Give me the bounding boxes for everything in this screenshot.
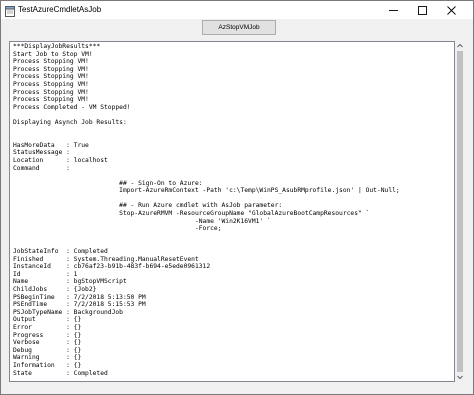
output-line: ## - Run Azure cmdlet with AsJob paramet… xyxy=(13,202,283,210)
output-line: Process Stopping VM! xyxy=(13,73,89,81)
output-line: Location : localhost xyxy=(13,156,108,164)
output-line: State : Completed xyxy=(13,369,108,377)
output-line: PSJobTypeName : BackgroundJob xyxy=(13,308,123,316)
form-icon xyxy=(5,4,15,17)
output-line: Process Stopping VM! xyxy=(13,80,89,88)
output-line: Output : {} xyxy=(13,316,82,324)
output-line: Warning : {} xyxy=(13,354,82,362)
output-line: Displaying Asynch Job Results: xyxy=(13,118,127,126)
output-line: Process Stopping VM! xyxy=(13,88,89,96)
output-line: ***DisplayJobResults*** xyxy=(13,43,101,50)
output-line: PSEndTime : 7/2/2018 5:15:53 PM xyxy=(13,301,146,309)
output-line: Import-AzureRmContext -Path 'c:\Temp\Win… xyxy=(13,187,400,195)
output-line: Verbose : {} xyxy=(13,339,82,347)
title-bar[interactable]: TestAzureCmdletAsJob xyxy=(1,1,473,19)
output-line: Information : {} xyxy=(13,361,82,369)
window-title: TestAzureCmdletAsJob xyxy=(18,5,102,14)
close-button[interactable] xyxy=(438,1,464,19)
minimize-icon xyxy=(388,9,398,11)
output-line: Process Stopping VM! xyxy=(13,58,89,66)
app-window: TestAzureCmdletAsJob AzStopVMJob ***Disp… xyxy=(0,0,474,395)
output-line: Process Stopping VM! xyxy=(13,96,89,104)
output-line: JobStateInfo : Completed xyxy=(13,248,108,256)
output-line: Error : {} xyxy=(13,323,82,331)
output-line: Command : xyxy=(13,164,70,172)
vertical-scrollbar[interactable] xyxy=(456,41,464,382)
output-line: ## - Sign-On to Azure: xyxy=(13,179,203,187)
output-line: Process Completed - VM Stopped! xyxy=(13,103,131,111)
output-line: -Name 'Win2K16VM1' ` xyxy=(13,217,271,225)
output-line: PSBeginTime : 7/2/2018 5:13:50 PM xyxy=(13,293,146,301)
scroll-up-icon[interactable] xyxy=(456,42,464,50)
minimize-button[interactable] xyxy=(380,1,406,19)
scroll-down-icon[interactable] xyxy=(456,373,464,381)
output-line: Id : 1 xyxy=(13,270,78,278)
output-line: ChildJobs : {Job2} xyxy=(13,286,97,293)
output-line: HasMoreData : True xyxy=(13,141,89,149)
output-line: Process Stopping VM! xyxy=(13,65,89,73)
output-line: Progress : {} xyxy=(13,331,82,339)
scroll-thumb[interactable] xyxy=(457,51,463,372)
output-line: Finished : System.Threading.ManualResetE… xyxy=(13,255,199,263)
maximize-button[interactable] xyxy=(409,1,435,19)
output-line: -Force; xyxy=(13,225,222,233)
close-icon xyxy=(446,5,456,15)
output-textbox[interactable]: ***DisplayJobResults*** Start Job to Stop… xyxy=(9,41,455,382)
output-line: Stop-AzureRMVM -ResourceGroupName "Globa… xyxy=(13,210,370,218)
output-line: Name : bgStopVMScript xyxy=(13,278,127,286)
output-text: ***DisplayJobResults*** Start Job to Stop… xyxy=(13,43,443,377)
maximize-icon xyxy=(417,5,427,15)
output-line: Start Job to Stop VM! xyxy=(13,50,93,58)
az-stop-vm-job-button[interactable]: AzStopVMJob xyxy=(202,20,276,35)
output-line: InstanceId : cb76af23-b91b-483f-b694-e5e… xyxy=(13,263,211,271)
output-line: Debug : {} xyxy=(13,346,82,354)
output-line: StatusMessage : xyxy=(13,149,70,157)
